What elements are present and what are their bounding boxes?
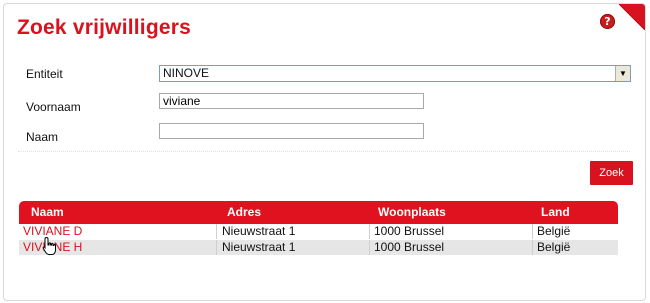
column-divider	[216, 224, 217, 239]
column-header-name: Naam	[31, 205, 64, 219]
result-address: Nieuwstraat 1	[222, 224, 296, 238]
chevron-down-icon[interactable]: ▼	[615, 66, 630, 81]
column-divider	[369, 240, 370, 255]
help-icon[interactable]: ?	[600, 14, 615, 29]
result-city: 1000 Brussel	[374, 224, 445, 238]
divider	[18, 151, 630, 152]
results-header: Naam Adres Woonplaats Land	[19, 201, 618, 224]
panel: Zoek vrijwilligers ? Entiteit NINOVE ▼ V…	[3, 3, 646, 301]
column-header-city: Woonplaats	[378, 205, 446, 219]
column-header-address: Adres	[227, 205, 262, 219]
entity-label: Entiteit	[26, 67, 63, 81]
column-divider	[532, 224, 533, 239]
lastname-input[interactable]	[159, 123, 424, 139]
result-city: 1000 Brussel	[374, 240, 445, 254]
search-button[interactable]: Zoek	[590, 161, 633, 185]
table-row[interactable]: VIVIANE H Nieuwstraat 1 1000 Brussel Bel…	[19, 240, 618, 255]
lastname-label: Naam	[26, 130, 59, 144]
column-header-country: Land	[541, 205, 570, 219]
firstname-label: Voornaam	[26, 100, 81, 114]
column-divider	[369, 224, 370, 239]
table-row[interactable]: VIVIANE D Nieuwstraat 1 1000 Brussel Bel…	[19, 224, 618, 239]
hand-pointer-cursor-icon	[42, 236, 56, 255]
page-fold-corner-icon	[619, 4, 645, 30]
entity-select-value: NINOVE	[163, 66, 210, 80]
firstname-input[interactable]	[159, 93, 424, 109]
entity-select[interactable]: NINOVE ▼	[159, 65, 631, 82]
result-address: Nieuwstraat 1	[222, 240, 296, 254]
result-country: België	[537, 240, 571, 254]
result-country: België	[537, 224, 571, 238]
column-divider	[532, 240, 533, 255]
page-title: Zoek vrijwilligers	[17, 16, 191, 39]
column-divider	[216, 240, 217, 255]
